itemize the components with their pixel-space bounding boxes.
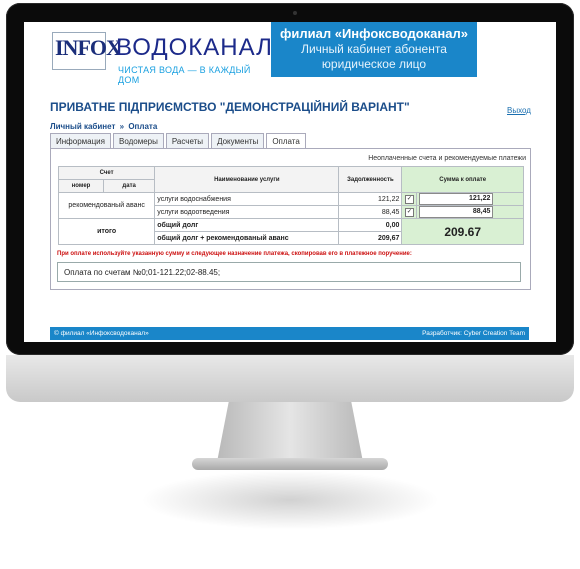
- total-row: итого общий долг 0,00 209.67: [57, 218, 524, 245]
- table-header-row: Счет Наименование услуги Задолженность С…: [57, 166, 524, 193]
- pay-checkbox[interactable]: ✓: [401, 192, 418, 206]
- service-name: услуги водоснабжения: [154, 192, 340, 206]
- total-label: итого: [57, 218, 156, 245]
- payment-notice: При оплате используйте указанную сумму и…: [57, 251, 412, 257]
- footer-copyright: © филиал «Инфоксводоканал»: [54, 330, 149, 337]
- camera-dot: [293, 11, 297, 15]
- tab-calculations[interactable]: Расчеты: [165, 133, 210, 149]
- payment-panel: Неоплаченные счета и рекомендуемые плате…: [50, 148, 531, 290]
- footer: © филиал «Инфоксводоканал» Разработчик: …: [50, 327, 529, 340]
- total-debt-label: общий долг: [154, 218, 340, 232]
- grand-total: 209.67: [401, 218, 524, 245]
- banner-subtitle-1: Личный кабинет абонента: [301, 42, 447, 56]
- total-with-advance-label: общий долг + рекомендованый аванс: [154, 231, 340, 245]
- tagline: ЧИСТАЯ ВОДА — В КАЖДЫЙ ДОМ: [118, 65, 251, 85]
- stand-shadow: [140, 470, 440, 530]
- breadcrumb: Личный кабинет » Оплата: [50, 122, 157, 131]
- browser-screen: INFOX ВОДОКАНАЛ ЧИСТАЯ ВОДА — В КАЖДЫЙ Д…: [24, 22, 556, 342]
- table-row: рекомендованый аванс услуги водоснабжени…: [57, 192, 524, 219]
- total-with-advance-value: 209,67: [338, 231, 403, 245]
- logo-mark: INFOX: [55, 35, 122, 60]
- logo: INFOX ВОДОКАНАЛ ЧИСТАЯ ВОДА — В КАЖДЫЙ Д…: [24, 22, 272, 85]
- pay-amount-cell: 88,45: [416, 205, 524, 219]
- brand-text: ВОДОКАНАЛ: [116, 34, 273, 61]
- monitor-chin: [6, 355, 574, 402]
- panel-title: Неоплаченные счета и рекомендуемые плате…: [368, 155, 526, 162]
- pay-amount-input[interactable]: 121,22: [419, 193, 494, 205]
- footer-developer[interactable]: Разработчик: Cyber Creation Team: [422, 327, 525, 340]
- payment-table: Счет Наименование услуги Задолженность С…: [57, 166, 524, 245]
- total-debt-value: 0,00: [338, 218, 403, 232]
- breadcrumb-separator: »: [119, 122, 125, 131]
- pay-amount-input[interactable]: 88,45: [419, 206, 494, 218]
- header-number: номер: [58, 179, 104, 193]
- banner-title: филиал «Инфоксводоканал»: [280, 26, 468, 41]
- monitor-foot: [192, 458, 388, 470]
- tab-info[interactable]: Информация: [50, 133, 111, 149]
- header-banner: филиал «Инфоксводоканал» Личный кабинет …: [271, 22, 477, 77]
- payment-purpose-field[interactable]: Оплата по счетам №0;01-121.22;02-88.45;: [57, 262, 521, 282]
- breadcrumb-current: Оплата: [128, 122, 158, 131]
- company-name: ПРИВАТНЕ ПІДПРИЄМСТВО "ДЕМОНСТРАЦІЙНИЙ В…: [50, 100, 410, 114]
- tab-payment[interactable]: Оплата: [266, 133, 306, 149]
- header-sum: Сумма к оплате: [401, 166, 524, 193]
- tab-meters[interactable]: Водомеры: [112, 133, 164, 149]
- logout-link[interactable]: Выход: [507, 106, 531, 115]
- header-service: Наименование услуги: [154, 166, 340, 193]
- breadcrumb-root[interactable]: Личный кабинет: [50, 122, 115, 131]
- banner-subtitle-2: юридическое лицо: [321, 57, 427, 71]
- service-name: услуги водоотведения: [154, 205, 340, 219]
- debt-value: 121,22: [338, 192, 403, 206]
- pay-checkbox[interactable]: ✓: [401, 205, 418, 219]
- header-date: дата: [102, 179, 156, 193]
- check-icon: ✓: [404, 194, 414, 204]
- check-icon: ✓: [404, 207, 414, 217]
- tab-documents[interactable]: Документы: [211, 133, 265, 149]
- monitor-stand: [217, 402, 363, 462]
- advance-label: рекомендованый аванс: [57, 192, 156, 219]
- header-debt: Задолженность: [338, 166, 403, 193]
- header-invoice: Счет: [57, 166, 156, 180]
- pay-amount-cell: 121,22: [416, 192, 524, 206]
- tab-bar: Информация Водомеры Расчеты Документы Оп…: [50, 133, 308, 149]
- debt-value: 88,45: [338, 205, 403, 219]
